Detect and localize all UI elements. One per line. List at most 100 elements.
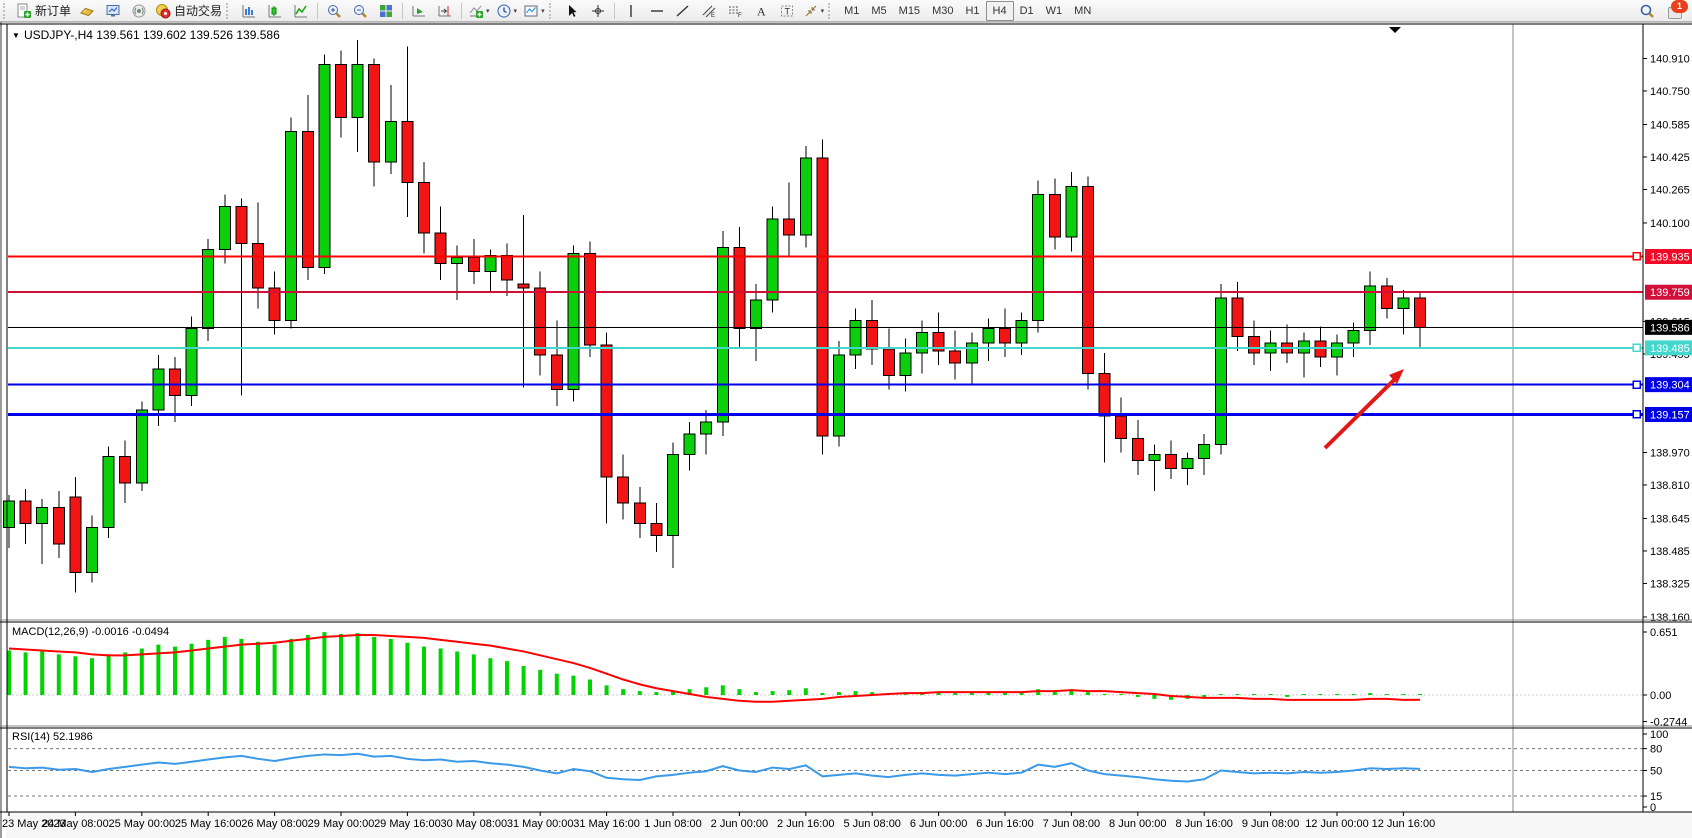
- hline-handle[interactable]: [1633, 253, 1640, 260]
- vertical-line-icon: [623, 3, 639, 19]
- notifications-button[interactable]: 1: [1668, 3, 1686, 19]
- chart-window[interactable]: 140.910140.750140.585140.425140.265140.1…: [0, 22, 1692, 838]
- time-tick-label: 12 Jun 00:00: [1305, 818, 1369, 830]
- zoom-in-button[interactable]: [321, 1, 347, 21]
- timeframe-H4[interactable]: H4: [986, 1, 1014, 21]
- toolbar-grip: [226, 3, 233, 19]
- candle: [668, 454, 679, 535]
- zoom-out-icon: [352, 3, 368, 19]
- periods-clock-button[interactable]: ▾: [493, 1, 521, 21]
- timeframe-M1[interactable]: M1: [838, 2, 865, 20]
- time-tick-label: 8 Jun 16:00: [1175, 818, 1233, 830]
- candle: [917, 333, 928, 353]
- gold-button[interactable]: [74, 1, 100, 21]
- label-button[interactable]: T: [774, 1, 800, 21]
- candle: [1083, 186, 1094, 373]
- candle: [867, 320, 878, 348]
- main-toolbar: 新订单自动交易▾▾▾EFAT▾M1M5M15M30H1H4D1W1MN1: [0, 0, 1692, 22]
- svg-text:F: F: [738, 13, 742, 19]
- template-chart-button[interactable]: ▾: [520, 1, 548, 21]
- algo-trading-button[interactable]: 自动交易: [152, 1, 225, 21]
- candle: [468, 258, 479, 272]
- timeframe-M30[interactable]: M30: [926, 2, 959, 20]
- chevron-down-icon: ▾: [514, 7, 518, 15]
- candle: [1182, 459, 1193, 469]
- sound-button[interactable]: [126, 1, 152, 21]
- chart-line-icon: [293, 3, 309, 19]
- time-tick-label: 2 Jun 00:00: [711, 818, 769, 830]
- candle: [618, 477, 629, 503]
- timeframe-H1[interactable]: H1: [959, 2, 985, 20]
- vertical-line-button[interactable]: [618, 1, 644, 21]
- periods-clock-icon: [496, 3, 512, 19]
- candle: [834, 355, 845, 436]
- timeframe-M15[interactable]: M15: [893, 2, 926, 20]
- candle: [485, 255, 496, 271]
- macd-label: MACD(12,26,9) -0.0016 -0.0494: [12, 626, 169, 638]
- candle: [568, 253, 579, 389]
- candle: [784, 219, 795, 235]
- chart-candles-button[interactable]: [262, 1, 288, 21]
- timeframe-D1[interactable]: D1: [1014, 2, 1040, 20]
- arrows-tool-button[interactable]: ▾: [800, 1, 828, 21]
- hline-handle[interactable]: [1633, 381, 1640, 388]
- timeframe-W1[interactable]: W1: [1040, 2, 1069, 20]
- hline-handle[interactable]: [1633, 411, 1640, 418]
- chart-bars-button[interactable]: [236, 1, 262, 21]
- chart-collapse-icon[interactable]: ▼: [12, 31, 20, 40]
- rsi-scale-label: 80: [1650, 744, 1662, 756]
- crosshair-button[interactable]: [585, 1, 611, 21]
- timeframe-MN[interactable]: MN: [1068, 2, 1097, 20]
- price-label-139.485: 139.485: [1650, 343, 1690, 355]
- arrows-tool-icon: [803, 3, 819, 19]
- rsi-scale-label: 100: [1650, 729, 1668, 741]
- trendline-button[interactable]: [670, 1, 696, 21]
- chart-canvas[interactable]: 140.910140.750140.585140.425140.265140.1…: [0, 22, 1692, 838]
- candle: [1298, 341, 1309, 353]
- trendline-icon: [675, 3, 691, 19]
- chart-line-button[interactable]: [288, 1, 314, 21]
- tile-windows-button[interactable]: [373, 1, 399, 21]
- hline-handle[interactable]: [1633, 344, 1640, 351]
- text-button[interactable]: A: [748, 1, 774, 21]
- auto-scroll-button[interactable]: [406, 1, 432, 21]
- candle: [203, 249, 214, 328]
- cursor-button[interactable]: [559, 1, 585, 21]
- text-icon: A: [753, 3, 769, 19]
- toolbar-separator: [461, 3, 462, 19]
- candle: [701, 422, 712, 434]
- time-tick-label: 26 May 08:00: [241, 818, 308, 830]
- candle: [236, 207, 247, 244]
- fibonacci-button[interactable]: F: [722, 1, 748, 21]
- timeframe-M5[interactable]: M5: [865, 2, 892, 20]
- market-watch-button[interactable]: [100, 1, 126, 21]
- algo-trading-label: 自动交易: [174, 2, 222, 19]
- price-tick-label: 138.810: [1650, 480, 1690, 492]
- candle: [253, 243, 264, 288]
- price-tick-label: 140.100: [1650, 218, 1690, 230]
- channel-button[interactable]: E: [696, 1, 722, 21]
- indicators-add-button[interactable]: ▾: [465, 1, 493, 21]
- candle: [1332, 343, 1343, 357]
- candle: [518, 284, 529, 288]
- time-tick-label: 1 Jun 08:00: [644, 818, 702, 830]
- horizontal-line-button[interactable]: [644, 1, 670, 21]
- chart-shift-button[interactable]: [432, 1, 458, 21]
- candle: [1232, 298, 1243, 337]
- candle: [170, 369, 181, 395]
- candle: [651, 524, 662, 536]
- price-tick-label: 140.750: [1650, 86, 1690, 98]
- time-tick-label: 6 Jun 00:00: [910, 818, 968, 830]
- candle: [120, 457, 131, 483]
- time-tick-label: 8 Jun 00:00: [1109, 818, 1167, 830]
- new-order-button[interactable]: 新订单: [13, 1, 74, 21]
- time-tick-label: 9 Jun 08:00: [1242, 818, 1300, 830]
- candle: [684, 434, 695, 454]
- market-watch-icon: [105, 3, 121, 19]
- candle: [1398, 298, 1409, 308]
- candle: [37, 507, 48, 523]
- zoom-out-button[interactable]: [347, 1, 373, 21]
- candle: [817, 158, 828, 436]
- candle: [717, 247, 728, 422]
- search-button[interactable]: [1634, 1, 1660, 21]
